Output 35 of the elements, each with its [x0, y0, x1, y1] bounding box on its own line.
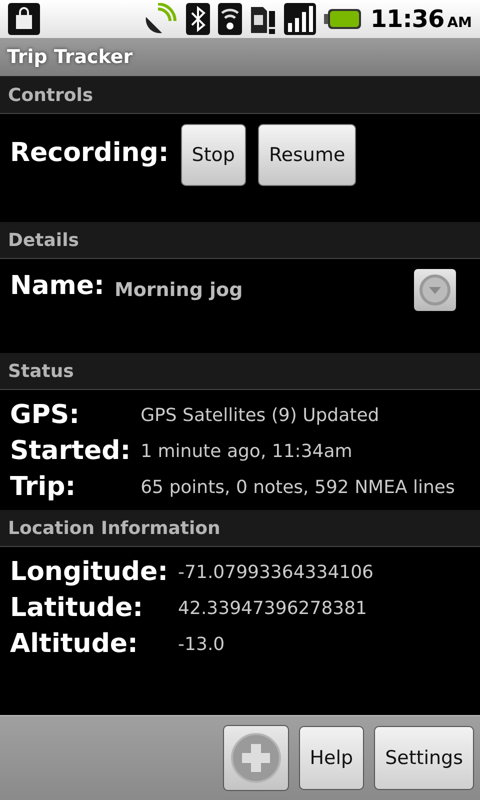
recording-button[interactable]: Resume — [258, 124, 356, 186]
section-title: Location Information — [8, 518, 220, 538]
clock-time: 11:36 — [370, 5, 444, 33]
field-value: 42.33947396278381 — [178, 598, 368, 618]
field-value: 65 points, 0 notes, 592 NMEA lines — [140, 476, 456, 498]
satellite-icon — [144, 3, 178, 35]
dropdown-button[interactable] — [414, 269, 456, 311]
recording-button[interactable]: Stop — [180, 124, 246, 186]
section-title: Controls — [8, 84, 94, 106]
field-value: GPS Satellites (9) Updated — [140, 404, 380, 426]
field-label: Altitude: — [10, 629, 139, 659]
wifi-icon — [218, 3, 242, 35]
app-title: Trip Tracker — [7, 46, 133, 68]
bluetooth-icon — [186, 3, 210, 35]
field-label: Latitude: — [10, 593, 144, 623]
battery-icon — [324, 8, 362, 30]
plus-icon — [230, 732, 282, 784]
field-value: 1 minute ago, 11:34am — [140, 440, 354, 462]
field-value: -71.07993364334106 — [178, 562, 374, 582]
field-label: GPS: — [10, 400, 81, 430]
add-button[interactable] — [222, 725, 289, 791]
section-title: Status — [8, 360, 74, 382]
field-value: Morning jog — [114, 279, 244, 301]
field-label: Longitude: — [10, 557, 168, 587]
menu-button[interactable]: Help — [298, 726, 364, 790]
field-label: Trip: — [10, 472, 77, 502]
field-label: Name: — [10, 271, 104, 301]
section-title: Details — [8, 230, 79, 250]
field-label: Recording: — [10, 138, 169, 168]
menu-button[interactable]: Settings — [374, 726, 474, 790]
signal-icon — [284, 3, 316, 35]
field-label: Started: — [10, 436, 131, 466]
dropdown-icon — [418, 273, 452, 307]
clock-ampm: AM — [447, 15, 472, 31]
field-value: -13.0 — [178, 634, 226, 654]
